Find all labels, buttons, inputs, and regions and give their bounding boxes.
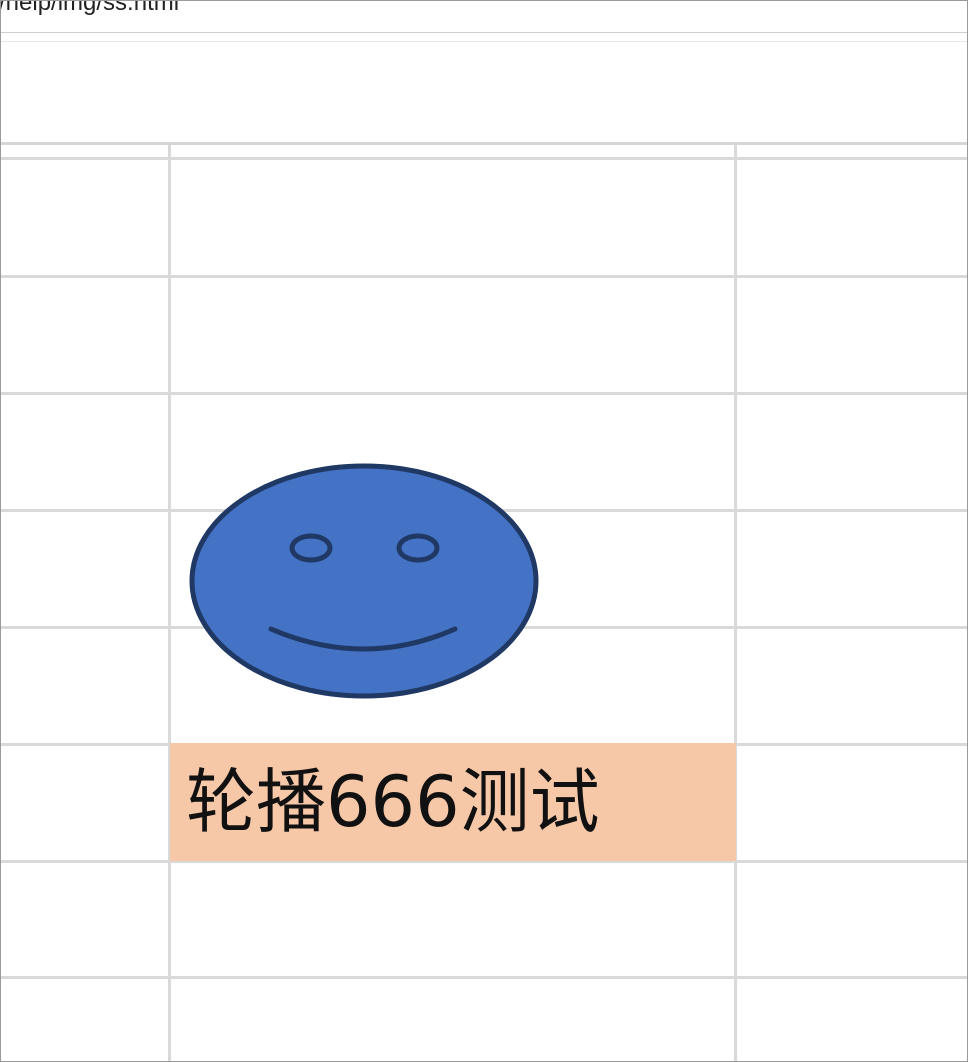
toolbar-divider (1, 41, 967, 42)
app-window: /help/img/ss.html 轮播666测试 (0, 0, 968, 1062)
gridline-row (1, 976, 967, 979)
smiley-face-outline (189, 463, 539, 699)
smiley-face-icon[interactable] (189, 463, 541, 703)
gridline-row (1, 392, 967, 395)
smiley-right-eye (396, 533, 440, 563)
gridline-row (1, 275, 967, 278)
address-bar-url[interactable]: /help/img/ss.html (1, 1, 179, 17)
cell-text: 轮播666测试 (186, 761, 600, 843)
gridline-column (734, 145, 737, 1061)
highlighted-cell[interactable]: 轮播666测试 (170, 743, 736, 861)
gridline-row (1, 157, 967, 160)
smiley-left-eye (289, 533, 333, 563)
address-bar[interactable]: /help/img/ss.html (1, 1, 967, 33)
gridline-column (168, 145, 171, 1061)
